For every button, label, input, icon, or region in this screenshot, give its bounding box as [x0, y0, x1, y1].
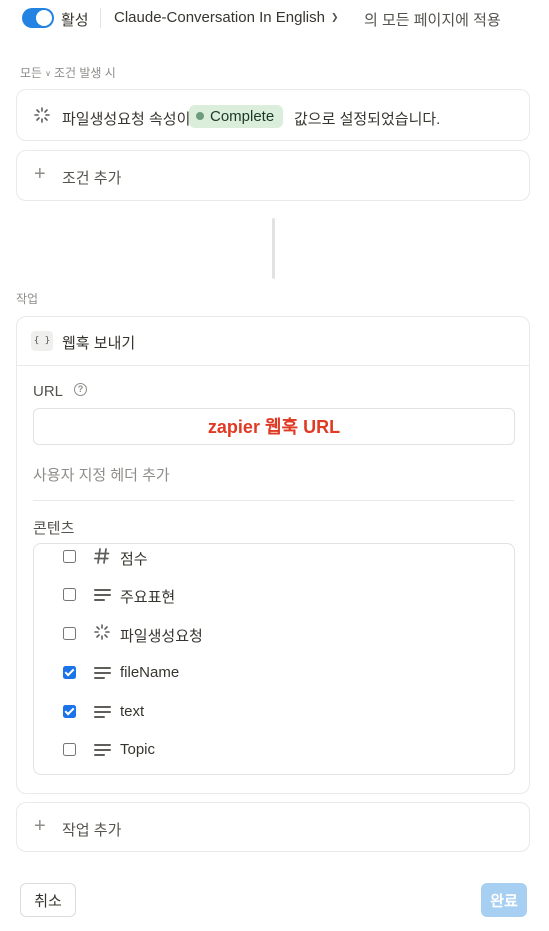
- flow-connector: [272, 218, 275, 279]
- checkbox[interactable]: [63, 743, 76, 756]
- property-label: fileName: [120, 664, 180, 681]
- action-section-label: 작업: [16, 292, 39, 306]
- add-action-button[interactable]: + 작업 추가: [16, 802, 530, 852]
- text-lines-icon: [93, 739, 111, 759]
- divider: [100, 8, 101, 28]
- help-icon[interactable]: ?: [74, 383, 87, 396]
- active-label: 활성: [61, 12, 89, 29]
- action-title: 웹훅 보내기: [62, 335, 136, 352]
- property-label: 점수: [120, 551, 148, 568]
- list-item[interactable]: text: [34, 701, 514, 739]
- property-label: 주요표현: [120, 589, 176, 606]
- list-item[interactable]: 파일생성요청: [34, 623, 514, 661]
- add-action-label: 작업 추가: [62, 822, 122, 839]
- apply-scope-text: 의 모든 페이지에 적용: [364, 12, 501, 29]
- page-name: Claude-Conversation In English: [114, 9, 325, 26]
- top-bar: 활성 Claude-Conversation In English ❯ 의 모든 …: [0, 0, 549, 36]
- checkbox-checked[interactable]: [63, 666, 76, 679]
- checkbox[interactable]: [63, 627, 76, 640]
- text-lines-icon: [93, 584, 111, 604]
- property-label: 파일생성요청: [120, 628, 203, 645]
- property-label: text: [120, 703, 145, 720]
- plus-icon: +: [34, 815, 46, 837]
- chevron-down-icon: ∨: [45, 69, 51, 78]
- status-dot-icon: [196, 112, 204, 120]
- property-list[interactable]: 점수 주요표현 파일생성요청 fileName text Topic: [33, 543, 515, 775]
- braces-icon: { }: [31, 331, 53, 351]
- checkbox-checked[interactable]: [63, 705, 76, 718]
- checkbox[interactable]: [63, 550, 76, 563]
- divider: [33, 500, 514, 501]
- list-item[interactable]: fileName: [34, 662, 514, 700]
- list-item[interactable]: Topic: [34, 739, 514, 774]
- status-value: Complete: [210, 108, 275, 125]
- text-lines-icon: [93, 701, 111, 721]
- status-pill[interactable]: Complete: [189, 105, 284, 128]
- done-button[interactable]: 완료: [481, 883, 527, 917]
- condition-header-suffix: 조건 발생 시: [53, 66, 116, 80]
- condition-mode-select[interactable]: 모든 ∨: [20, 66, 54, 80]
- trigger-suffix-text: 값으로 설정되었습니다.: [294, 111, 441, 128]
- trigger-property-text: 파일생성요청 속성이: [62, 111, 191, 128]
- list-item[interactable]: 점수: [34, 546, 514, 584]
- cancel-button[interactable]: 취소: [20, 883, 76, 917]
- status-spinner-icon: [34, 107, 50, 123]
- add-condition-button[interactable]: + 조건 추가: [16, 150, 530, 201]
- plus-icon: +: [34, 163, 46, 185]
- active-toggle[interactable]: [22, 8, 54, 28]
- list-item[interactable]: 주요표현: [34, 584, 514, 622]
- add-condition-label: 조건 추가: [62, 170, 122, 187]
- trigger-condition-card[interactable]: 파일생성요청 속성이 Complete 값으로 설정되었습니다.: [16, 89, 530, 141]
- add-custom-header-link[interactable]: 사용자 지정 헤더 추가: [33, 464, 170, 485]
- hash-icon: [93, 548, 110, 564]
- content-label: 콘텐츠: [33, 520, 75, 537]
- checkbox[interactable]: [63, 588, 76, 601]
- toggle-knob: [36, 10, 52, 26]
- action-card-header[interactable]: { } 웹훅 보내기: [17, 317, 529, 366]
- text-lines-icon: [93, 662, 111, 682]
- condition-mode-label: 모든: [20, 66, 43, 80]
- property-label: Topic: [120, 741, 156, 758]
- webhook-action-card: { } 웹훅 보내기 URL ? zapier 웹훅 URL 사용자 지정 헤더…: [16, 316, 530, 794]
- url-input-value: zapier 웹훅 URL: [207, 417, 341, 437]
- page-selector[interactable]: Claude-Conversation In English ❯: [114, 9, 339, 26]
- chevron-down-icon: ❯: [330, 12, 339, 22]
- status-spinner-icon: [94, 624, 110, 640]
- url-input[interactable]: zapier 웹훅 URL: [33, 408, 515, 445]
- url-label: URL: [33, 383, 64, 400]
- condition-header: 모든 ∨ 조건 발생 시: [20, 64, 116, 81]
